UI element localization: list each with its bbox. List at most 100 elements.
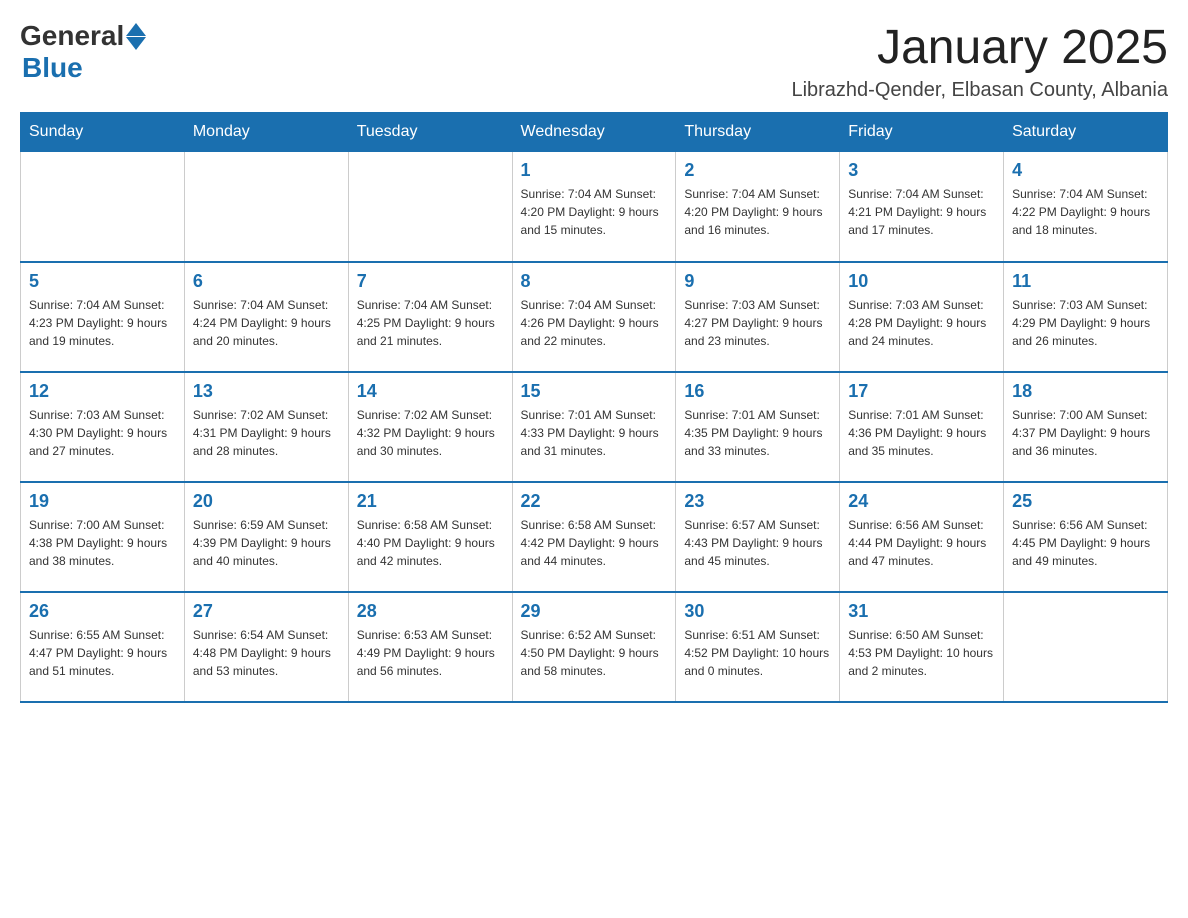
day-number: 30 [684, 601, 831, 622]
day-info: Sunrise: 7:04 AM Sunset: 4:26 PM Dayligh… [521, 296, 668, 350]
days-of-week-row: SundayMondayTuesdayWednesdayThursdayFrid… [21, 113, 1168, 152]
day-info: Sunrise: 7:04 AM Sunset: 4:23 PM Dayligh… [29, 296, 176, 350]
calendar-cell [21, 152, 185, 262]
title-section: January 2025 Librazhd-Qender, Elbasan Co… [791, 20, 1168, 102]
day-of-week-header: Sunday [21, 113, 185, 152]
day-number: 5 [29, 271, 176, 292]
calendar-cell: 28 Sunrise: 6:53 AM Sunset: 4:49 PM Dayli… [348, 592, 512, 702]
day-number: 1 [521, 160, 668, 181]
day-number: 24 [848, 491, 995, 512]
calendar-cell: 26 Sunrise: 6:55 AM Sunset: 4:47 PM Dayli… [21, 592, 185, 702]
day-of-week-header: Saturday [1004, 113, 1168, 152]
day-of-week-header: Monday [184, 113, 348, 152]
day-info: Sunrise: 6:58 AM Sunset: 4:40 PM Dayligh… [357, 516, 504, 570]
day-info: Sunrise: 7:03 AM Sunset: 4:30 PM Dayligh… [29, 406, 176, 460]
day-of-week-header: Friday [840, 113, 1004, 152]
day-number: 18 [1012, 381, 1159, 402]
day-number: 10 [848, 271, 995, 292]
day-number: 28 [357, 601, 504, 622]
day-info: Sunrise: 6:58 AM Sunset: 4:42 PM Dayligh… [521, 516, 668, 570]
calendar-cell: 16 Sunrise: 7:01 AM Sunset: 4:35 PM Dayli… [676, 372, 840, 482]
calendar-cell: 21 Sunrise: 6:58 AM Sunset: 4:40 PM Dayli… [348, 482, 512, 592]
day-info: Sunrise: 7:04 AM Sunset: 4:21 PM Dayligh… [848, 185, 995, 239]
day-info: Sunrise: 7:00 AM Sunset: 4:37 PM Dayligh… [1012, 406, 1159, 460]
day-number: 22 [521, 491, 668, 512]
logo-general-text: General [20, 20, 124, 52]
day-info: Sunrise: 6:54 AM Sunset: 4:48 PM Dayligh… [193, 626, 340, 680]
logo-content: General Blue [20, 20, 146, 84]
calendar-cell: 19Sunrise: 7:00 AM Sunset: 4:38 PM Dayli… [21, 482, 185, 592]
day-number: 6 [193, 271, 340, 292]
calendar-body: 1 Sunrise: 7:04 AM Sunset: 4:20 PM Daylig… [21, 152, 1168, 702]
calendar-cell: 18 Sunrise: 7:00 AM Sunset: 4:37 PM Dayli… [1004, 372, 1168, 482]
day-info: Sunrise: 6:53 AM Sunset: 4:49 PM Dayligh… [357, 626, 504, 680]
calendar-cell: 29 Sunrise: 6:52 AM Sunset: 4:50 PM Dayli… [512, 592, 676, 702]
location-text: Librazhd-Qender, Elbasan County, Albania [791, 79, 1168, 102]
calendar-cell: 9Sunrise: 7:03 AM Sunset: 4:27 PM Daylig… [676, 262, 840, 372]
calendar-cell: 22 Sunrise: 6:58 AM Sunset: 4:42 PM Dayli… [512, 482, 676, 592]
day-info: Sunrise: 7:01 AM Sunset: 4:36 PM Dayligh… [848, 406, 995, 460]
calendar-cell: 10 Sunrise: 7:03 AM Sunset: 4:28 PM Dayli… [840, 262, 1004, 372]
day-info: Sunrise: 7:03 AM Sunset: 4:29 PM Dayligh… [1012, 296, 1159, 350]
calendar-cell [1004, 592, 1168, 702]
calendar-week-row: 12 Sunrise: 7:03 AM Sunset: 4:30 PM Dayli… [21, 372, 1168, 482]
calendar-cell: 15Sunrise: 7:01 AM Sunset: 4:33 PM Dayli… [512, 372, 676, 482]
day-number: 8 [521, 271, 668, 292]
calendar-cell: 24Sunrise: 6:56 AM Sunset: 4:44 PM Dayli… [840, 482, 1004, 592]
day-info: Sunrise: 6:57 AM Sunset: 4:43 PM Dayligh… [684, 516, 831, 570]
day-number: 26 [29, 601, 176, 622]
day-info: Sunrise: 7:04 AM Sunset: 4:20 PM Dayligh… [684, 185, 831, 239]
day-of-week-header: Wednesday [512, 113, 676, 152]
day-info: Sunrise: 7:04 AM Sunset: 4:20 PM Dayligh… [521, 185, 668, 239]
day-number: 7 [357, 271, 504, 292]
day-info: Sunrise: 7:02 AM Sunset: 4:31 PM Dayligh… [193, 406, 340, 460]
logo-blue-text: Blue [22, 52, 83, 84]
day-info: Sunrise: 7:04 AM Sunset: 4:22 PM Dayligh… [1012, 185, 1159, 239]
day-number: 23 [684, 491, 831, 512]
day-number: 9 [684, 271, 831, 292]
day-number: 27 [193, 601, 340, 622]
day-info: Sunrise: 6:59 AM Sunset: 4:39 PM Dayligh… [193, 516, 340, 570]
calendar-cell: 17 Sunrise: 7:01 AM Sunset: 4:36 PM Dayli… [840, 372, 1004, 482]
calendar-cell: 27 Sunrise: 6:54 AM Sunset: 4:48 PM Dayli… [184, 592, 348, 702]
day-info: Sunrise: 6:56 AM Sunset: 4:45 PM Dayligh… [1012, 516, 1159, 570]
calendar-week-row: 19Sunrise: 7:00 AM Sunset: 4:38 PM Dayli… [21, 482, 1168, 592]
calendar-header: SundayMondayTuesdayWednesdayThursdayFrid… [21, 113, 1168, 152]
day-info: Sunrise: 7:01 AM Sunset: 4:33 PM Dayligh… [521, 406, 668, 460]
calendar-cell: 23 Sunrise: 6:57 AM Sunset: 4:43 PM Dayli… [676, 482, 840, 592]
calendar-cell [184, 152, 348, 262]
day-info: Sunrise: 6:52 AM Sunset: 4:50 PM Dayligh… [521, 626, 668, 680]
calendar-cell: 20Sunrise: 6:59 AM Sunset: 4:39 PM Dayli… [184, 482, 348, 592]
page-header: General Blue January 2025 Librazhd-Qende… [20, 20, 1168, 102]
day-number: 11 [1012, 271, 1159, 292]
day-number: 3 [848, 160, 995, 181]
calendar-cell: 31Sunrise: 6:50 AM Sunset: 4:53 PM Dayli… [840, 592, 1004, 702]
day-number: 21 [357, 491, 504, 512]
day-number: 12 [29, 381, 176, 402]
day-info: Sunrise: 6:55 AM Sunset: 4:47 PM Dayligh… [29, 626, 176, 680]
calendar-cell: 6 Sunrise: 7:04 AM Sunset: 4:24 PM Daylig… [184, 262, 348, 372]
calendar-cell: 8 Sunrise: 7:04 AM Sunset: 4:26 PM Daylig… [512, 262, 676, 372]
day-number: 29 [521, 601, 668, 622]
day-number: 31 [848, 601, 995, 622]
day-number: 16 [684, 381, 831, 402]
day-number: 4 [1012, 160, 1159, 181]
calendar-week-row: 5 Sunrise: 7:04 AM Sunset: 4:23 PM Daylig… [21, 262, 1168, 372]
calendar-cell: 2 Sunrise: 7:04 AM Sunset: 4:20 PM Daylig… [676, 152, 840, 262]
day-number: 17 [848, 381, 995, 402]
calendar-cell: 4 Sunrise: 7:04 AM Sunset: 4:22 PM Daylig… [1004, 152, 1168, 262]
day-number: 13 [193, 381, 340, 402]
day-number: 14 [357, 381, 504, 402]
day-info: Sunrise: 7:03 AM Sunset: 4:28 PM Dayligh… [848, 296, 995, 350]
calendar-cell: 14Sunrise: 7:02 AM Sunset: 4:32 PM Dayli… [348, 372, 512, 482]
calendar-cell: 7Sunrise: 7:04 AM Sunset: 4:25 PM Daylig… [348, 262, 512, 372]
day-info: Sunrise: 7:01 AM Sunset: 4:35 PM Dayligh… [684, 406, 831, 460]
calendar-cell: 13 Sunrise: 7:02 AM Sunset: 4:31 PM Dayli… [184, 372, 348, 482]
calendar-cell [348, 152, 512, 262]
day-number: 2 [684, 160, 831, 181]
day-number: 25 [1012, 491, 1159, 512]
calendar-cell: 12 Sunrise: 7:03 AM Sunset: 4:30 PM Dayli… [21, 372, 185, 482]
calendar-week-row: 26 Sunrise: 6:55 AM Sunset: 4:47 PM Dayli… [21, 592, 1168, 702]
calendar-cell: 5 Sunrise: 7:04 AM Sunset: 4:23 PM Daylig… [21, 262, 185, 372]
day-info: Sunrise: 7:04 AM Sunset: 4:24 PM Dayligh… [193, 296, 340, 350]
